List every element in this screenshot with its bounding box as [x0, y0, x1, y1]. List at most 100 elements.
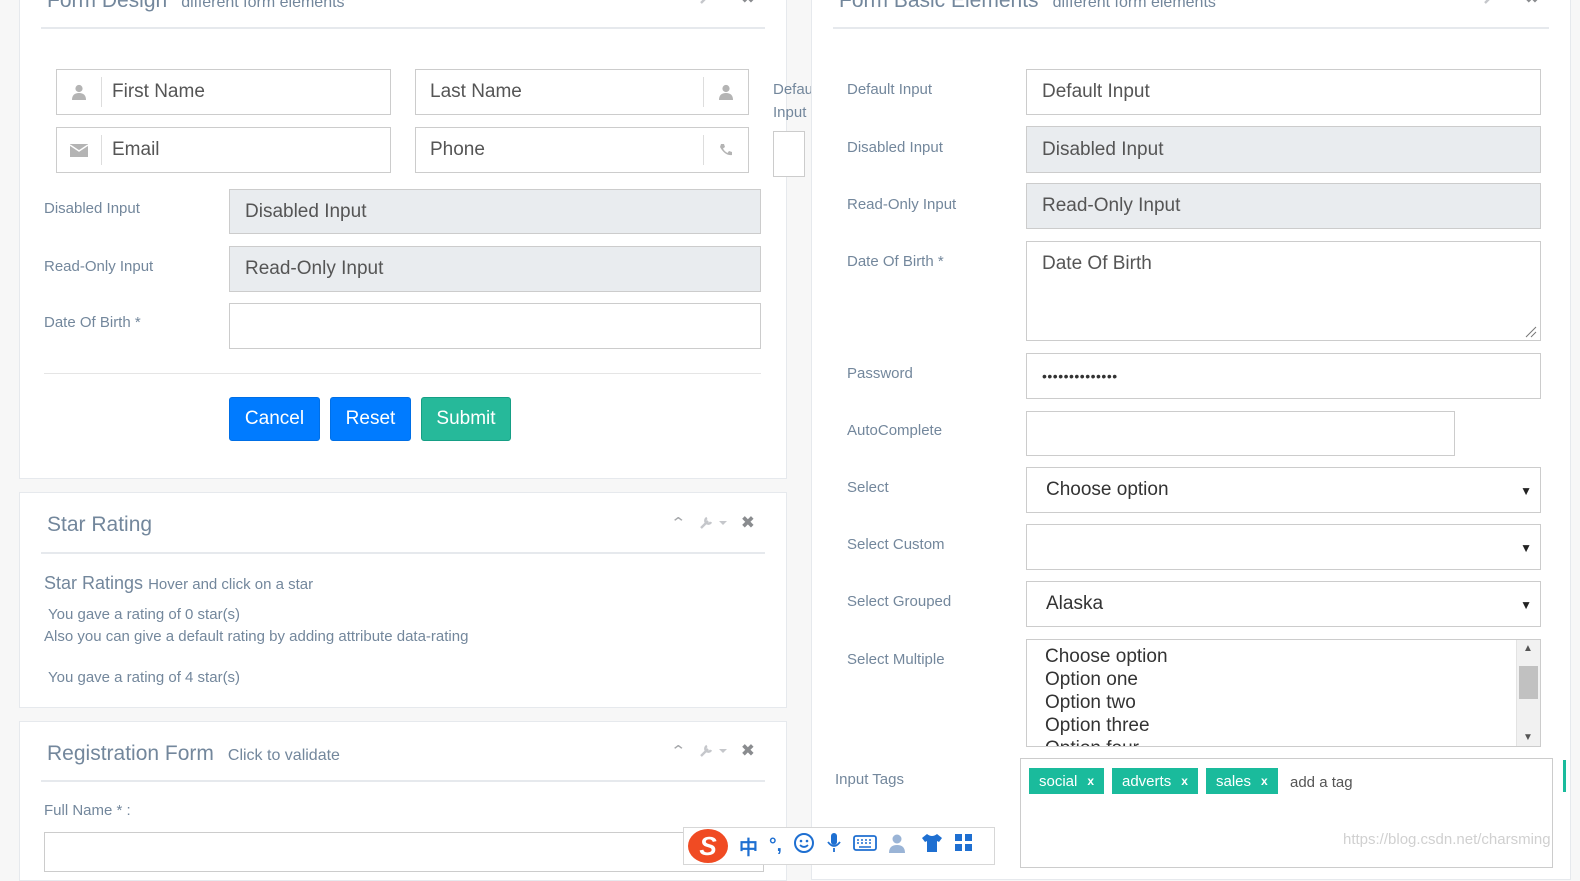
punctuation-icon[interactable]: °,: [769, 835, 782, 857]
tag-chip: adverts x: [1112, 768, 1198, 794]
envelope-icon: [57, 128, 101, 172]
multiple-option[interactable]: Option one: [1045, 668, 1168, 691]
edge-accent: [1563, 760, 1566, 792]
select-multiple-options: Choose option Option one Option two Opti…: [1045, 645, 1168, 746]
dob-input[interactable]: [229, 303, 761, 349]
disabled-input-label: Disabled Input: [847, 139, 943, 156]
panel-tools: ⌃ ✖: [670, 0, 755, 21]
star-ratings-heading: Star Ratings Hover and click on a star: [44, 573, 314, 593]
password-input[interactable]: ••••••••••••••: [1026, 353, 1541, 399]
chinese-mode-icon[interactable]: 中: [739, 833, 758, 860]
tag-chip: social x: [1029, 768, 1105, 794]
full-name-label: Full Name * :: [44, 802, 131, 819]
skin-shirt-icon[interactable]: [921, 833, 943, 859]
dob-label: Date Of Birth *: [847, 253, 944, 270]
panel-header: Registration Form Click to validate ⌃ ✖: [41, 722, 765, 782]
panel-header: Form Designdifferent form elements ⌃ ✖: [41, 0, 765, 29]
panel-title: Registration Form Click to validate: [47, 742, 340, 765]
last-name-placeholder: Last Name: [430, 81, 522, 102]
select-custom-dropdown[interactable]: ▼: [1026, 524, 1541, 570]
reset-button[interactable]: Reset: [330, 397, 411, 441]
email-field[interactable]: Email: [56, 127, 391, 173]
tag-remove-icon[interactable]: x: [1087, 774, 1094, 788]
add-tag-input[interactable]: add a tag: [1290, 774, 1353, 791]
wrench-icon[interactable]: [699, 516, 727, 530]
close-icon[interactable]: ✖: [741, 741, 755, 761]
rating-text-2: You gave a rating of 4 star(s): [48, 669, 241, 686]
tag-remove-icon[interactable]: x: [1261, 774, 1268, 788]
panel-tools: ⌃ ✖: [670, 722, 755, 780]
default-input-label: Default Input: [847, 81, 933, 98]
collapse-icon[interactable]: ⌃: [670, 514, 686, 532]
close-icon[interactable]: ✖: [741, 513, 755, 533]
panel-header: Star Rating ⌃ ✖: [41, 493, 765, 554]
last-name-field[interactable]: Last Name: [415, 69, 749, 115]
wrench-icon[interactable]: [699, 0, 727, 5]
multiple-option[interactable]: Option four: [1045, 737, 1168, 746]
tag-label: adverts: [1122, 772, 1172, 790]
disabled-input-label: Disabled Input: [44, 200, 140, 217]
star-rating-panel: Star Rating ⌃ ✖ Star Ratings Hover and c…: [19, 492, 787, 708]
dob-textarea[interactable]: Date Of Birth: [1026, 241, 1541, 341]
scrollbar-thumb[interactable]: [1519, 666, 1538, 699]
first-name-placeholder: First Name: [112, 81, 205, 102]
collapse-icon[interactable]: ⌃: [670, 0, 686, 7]
autocomplete-input[interactable]: [1026, 411, 1455, 456]
select-custom-label: Select Custom: [847, 536, 945, 553]
resize-handle-icon[interactable]: [1525, 325, 1537, 343]
partial-label-line1: Defau: [773, 81, 814, 98]
scroll-up-icon[interactable]: ▲: [1523, 643, 1533, 654]
tag-remove-icon[interactable]: x: [1181, 774, 1188, 788]
scroll-down-icon[interactable]: ▼: [1523, 732, 1533, 743]
readonly-input-label: Read-Only Input: [44, 258, 154, 275]
partial-input[interactable]: [773, 131, 805, 177]
multiple-option[interactable]: Option three: [1045, 714, 1168, 737]
wrench-icon[interactable]: [1483, 0, 1511, 5]
input-tags-label: Input Tags: [835, 771, 904, 788]
select-grouped-dropdown[interactable]: Alaska ▼: [1026, 581, 1541, 627]
cancel-button[interactable]: Cancel: [229, 397, 320, 441]
phone-placeholder: Phone: [430, 139, 485, 160]
collapse-icon[interactable]: ⌃: [1454, 0, 1470, 7]
readonly-input[interactable]: Read-Only Input: [1026, 183, 1541, 229]
readonly-input[interactable]: Read-Only Input: [229, 246, 761, 292]
panel-subtitle: different form elements: [181, 0, 345, 11]
ime-toolbar: S 中 °,: [683, 827, 995, 865]
multiple-option[interactable]: Option two: [1045, 691, 1168, 714]
select-multiple-list[interactable]: Choose option Option one Option two Opti…: [1026, 639, 1541, 747]
partial-label-line2: Input: [773, 104, 807, 121]
user-account-icon[interactable]: [888, 833, 910, 859]
close-icon[interactable]: ✖: [741, 0, 755, 8]
full-name-input[interactable]: [44, 832, 764, 872]
wrench-icon[interactable]: [699, 744, 727, 758]
toolbox-grid-icon[interactable]: [954, 833, 974, 859]
scrollbar[interactable]: ▲ ▼: [1516, 640, 1540, 746]
tag-chip: sales x: [1206, 768, 1278, 794]
select-dropdown[interactable]: Choose option ▼: [1026, 467, 1541, 513]
emoji-icon[interactable]: [793, 832, 815, 860]
email-placeholder: Email: [112, 139, 160, 160]
password-label: Password: [847, 365, 913, 382]
dropdown-arrow-icon: ▼: [1520, 541, 1532, 555]
panel-subtitle: different form elements: [1052, 0, 1216, 11]
panel-tools: ⌃ ✖: [670, 493, 755, 552]
keyboard-icon[interactable]: [853, 834, 877, 858]
close-icon[interactable]: ✖: [1525, 0, 1539, 8]
first-name-field[interactable]: First Name: [56, 69, 391, 115]
disabled-input: Disabled Input: [229, 189, 761, 234]
collapse-icon[interactable]: ⌃: [670, 742, 686, 760]
select-value: Choose option: [1046, 479, 1169, 500]
autocomplete-label: AutoComplete: [847, 422, 943, 439]
rating-text-1: You gave a rating of 0 star(s): [48, 606, 241, 623]
dob-label: Date Of Birth *: [44, 314, 141, 331]
phone-field[interactable]: Phone: [415, 127, 749, 173]
microphone-icon[interactable]: [826, 832, 842, 860]
phone-icon: [704, 128, 748, 172]
panel-tools: ⌃ ✖: [1454, 0, 1539, 21]
panel-title: Form Basic Elements different form elemen…: [839, 0, 1216, 13]
user-icon: [704, 70, 748, 114]
default-input[interactable]: Default Input: [1026, 69, 1541, 115]
multiple-option[interactable]: Choose option: [1045, 645, 1168, 668]
submit-button[interactable]: Submit: [421, 397, 511, 441]
ime-logo[interactable]: S: [688, 829, 728, 863]
